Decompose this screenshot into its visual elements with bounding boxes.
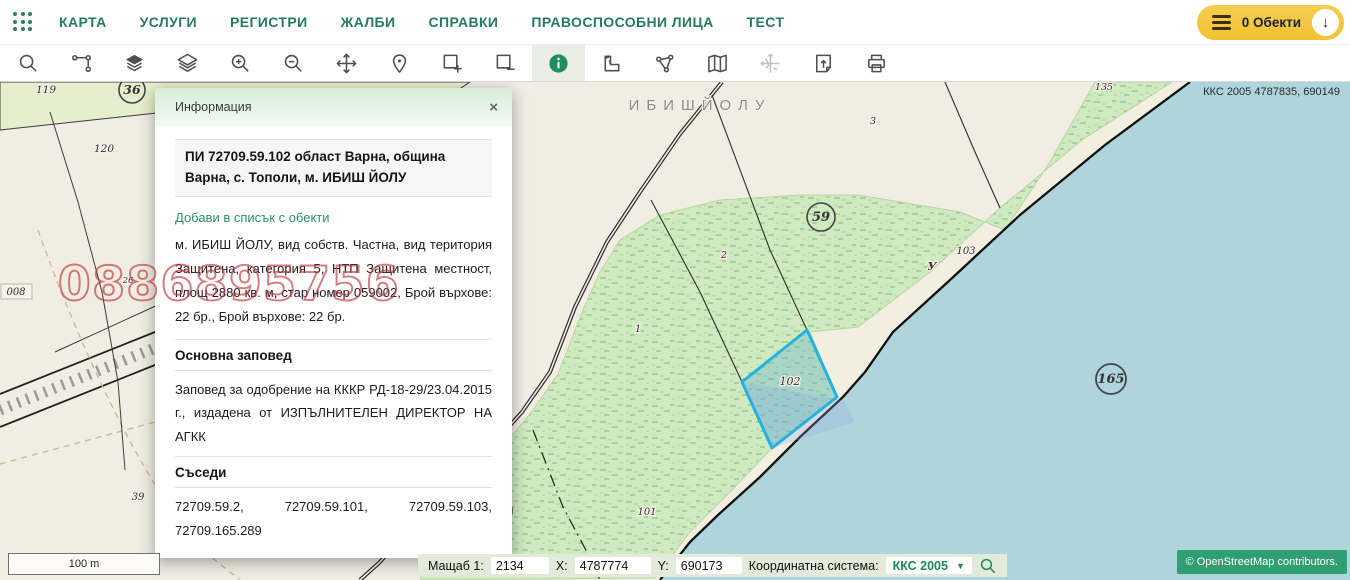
- location-button[interactable]: [373, 45, 426, 81]
- hamburger-icon: [1212, 15, 1231, 30]
- y-coordinate-input[interactable]: [676, 557, 742, 574]
- nav-item-zhalbi[interactable]: ЖАЛБИ: [341, 14, 396, 30]
- place-label: ИБИШЙОЛУ: [629, 96, 772, 114]
- info-icon: [547, 52, 570, 75]
- osm-attribution[interactable]: © OpenStreetMap contributors.: [1177, 550, 1347, 574]
- chevron-down-icon: ▼: [956, 561, 965, 571]
- map-label: 101: [637, 507, 656, 518]
- coordinate-axes-icon: [759, 52, 782, 75]
- nav-item-registri[interactable]: РЕГИСТРИ: [230, 14, 308, 30]
- popup-title: Информация: [175, 100, 489, 114]
- route-nodes-icon: [70, 52, 93, 75]
- pan-button[interactable]: [320, 45, 373, 81]
- popup-body: ПИ 72709.59.102 област Варна, община Вар…: [155, 126, 512, 558]
- map-label: У: [928, 260, 938, 273]
- export-button[interactable]: [797, 45, 850, 81]
- info-popup: Информация × ПИ 72709.59.102 област Варн…: [155, 88, 512, 558]
- scale-label: Мащаб 1:: [428, 559, 484, 573]
- select-remove-button[interactable]: [479, 45, 532, 81]
- search-icon: [17, 52, 40, 75]
- crs-label: Координатна система:: [749, 559, 879, 573]
- apps-grid-icon[interactable]: [13, 12, 33, 32]
- nav-item-spravki[interactable]: СПРАВКИ: [428, 14, 498, 30]
- select-area-remove-icon: [494, 52, 517, 75]
- scale-input[interactable]: [491, 557, 549, 574]
- order-section: Основна заповед Заповед за одобрение на …: [175, 339, 492, 448]
- folded-map-icon: [706, 52, 729, 75]
- layers-filled-icon: [123, 52, 146, 75]
- nav-menu: КАРТА УСЛУГИ РЕГИСТРИ ЖАЛБИ СПРАВКИ ПРАВ…: [59, 14, 784, 30]
- search-icon: [979, 557, 997, 575]
- map-label: 119: [36, 84, 56, 96]
- zoom-in-button[interactable]: [214, 45, 267, 81]
- print-button[interactable]: [850, 45, 903, 81]
- select-add-button[interactable]: [426, 45, 479, 81]
- info-tool-button[interactable]: [532, 45, 585, 81]
- popup-header: Информация ×: [155, 88, 512, 126]
- top-nav: КАРТА УСЛУГИ РЕГИСТРИ ЖАЛБИ СПРАВКИ ПРАВ…: [0, 0, 1350, 45]
- pan-arrows-icon: [335, 52, 358, 75]
- polygon-button[interactable]: [638, 45, 691, 81]
- crs-selected-value: ККС 2005: [893, 559, 948, 573]
- polygon-nodes-icon: [653, 52, 676, 75]
- export-document-icon: [812, 52, 835, 75]
- y-label: Y:: [658, 559, 669, 573]
- layers-filled-button[interactable]: [108, 45, 161, 81]
- neighbors-text: 72709.59.2, 72709.59.101, 72709.59.103, …: [175, 495, 492, 542]
- map-label: 36: [123, 82, 141, 97]
- map-label: 59: [812, 210, 830, 225]
- parcel-title: ПИ 72709.59.102 област Варна, община Вар…: [175, 139, 492, 197]
- scale-bar-label: 100 m: [69, 558, 100, 570]
- order-text: Заповед за одобрение на КККР РД-18-29/23…: [175, 378, 492, 448]
- route-tool-button[interactable]: [55, 45, 108, 81]
- add-to-objects-link[interactable]: Добави в списък с обекти: [175, 210, 330, 225]
- location-pin-icon: [388, 52, 411, 75]
- map-label: 103: [956, 246, 975, 257]
- parcel-description: м. ИБИШ ЙОЛУ, вид собств. Частна, вид те…: [175, 233, 492, 329]
- map-label: 26: [122, 276, 134, 286]
- order-heading: Основна заповед: [175, 348, 492, 371]
- map-label: 008: [6, 287, 25, 298]
- zoom-out-button[interactable]: [267, 45, 320, 81]
- objects-count-label: 0 Обекти: [1242, 15, 1301, 30]
- nav-item-karta[interactable]: КАРТА: [59, 14, 107, 30]
- zoom-in-icon: [229, 52, 252, 75]
- map-label: 1: [635, 324, 641, 335]
- map-label: 102: [780, 375, 801, 388]
- search-tool-button[interactable]: [2, 45, 55, 81]
- nav-item-pravosposobni-litsa[interactable]: ПРАВОСПОСОБНИ ЛИЦА: [531, 14, 713, 30]
- axes-button[interactable]: [744, 45, 797, 81]
- select-area-add-icon: [441, 52, 464, 75]
- nav-item-test[interactable]: ТЕСТ: [747, 14, 785, 30]
- map-label: 165: [1097, 372, 1124, 387]
- map-label: 2: [720, 250, 727, 261]
- coordinate-search-button[interactable]: [979, 557, 997, 575]
- measure-button[interactable]: [585, 45, 638, 81]
- neighbors-section: Съседи 72709.59.2, 72709.59.101, 72709.5…: [175, 456, 492, 542]
- zoom-out-icon: [282, 52, 305, 75]
- x-coordinate-input[interactable]: [575, 557, 651, 574]
- nav-item-uslugi[interactable]: УСЛУГИ: [140, 14, 197, 30]
- neighbors-heading: Съседи: [175, 465, 492, 488]
- status-bar: Мащаб 1: X: Y: Координатна система: ККС …: [418, 554, 1007, 577]
- layers-button[interactable]: [161, 45, 214, 81]
- print-icon: [865, 52, 888, 75]
- map-label: 120: [94, 143, 114, 155]
- x-label: X:: [556, 559, 568, 573]
- crs-dropdown[interactable]: ККС 2005 ▼: [886, 557, 972, 574]
- layers-icon: [176, 52, 199, 75]
- map-toolbar: [0, 45, 1350, 82]
- attribution-text: © OpenStreetMap contributors.: [1186, 556, 1338, 568]
- map-label: 39: [132, 492, 145, 503]
- objects-button[interactable]: 0 Обекти ↓: [1197, 5, 1344, 40]
- expand-down-button[interactable]: ↓: [1312, 9, 1339, 36]
- close-icon[interactable]: ×: [489, 100, 498, 115]
- map-sheets-button[interactable]: [691, 45, 744, 81]
- coords-readout: ККС 2005 4787835, 690149: [1203, 86, 1340, 98]
- scale-bar: 100 m: [8, 553, 160, 575]
- map-label: 135: [1095, 82, 1113, 93]
- measure-ruler-icon: [600, 52, 623, 75]
- map-label: 3: [870, 116, 876, 127]
